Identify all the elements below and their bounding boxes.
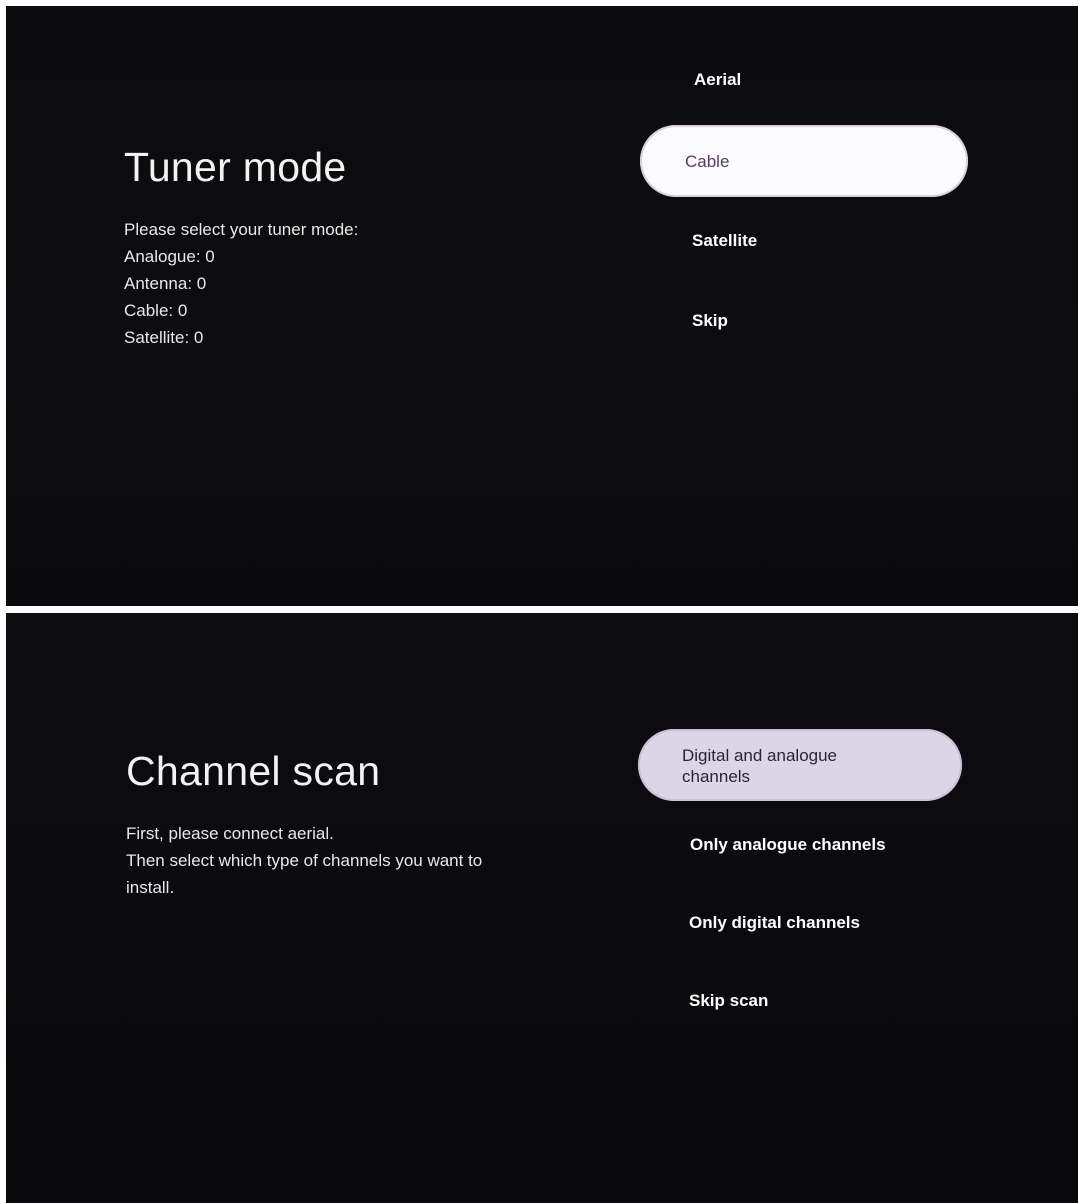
description-line: install. xyxy=(126,878,175,897)
channel-scan-description: First, please connect aerial. Then selec… xyxy=(126,820,482,901)
option-skip-scan[interactable]: Skip scan xyxy=(689,991,768,1011)
option-only-digital[interactable]: Only digital channels xyxy=(689,913,860,933)
option-label-line: channels xyxy=(682,767,751,786)
description-line: Analogue: 0 xyxy=(124,247,215,266)
option-cable[interactable]: Cable xyxy=(640,125,968,197)
description-line: Then select which type of channels you w… xyxy=(126,851,483,870)
tuner-description: Please select your tuner mode: Analogue:… xyxy=(124,216,358,351)
option-skip[interactable]: Skip xyxy=(692,311,728,331)
channel-scan-screen: Channel scan First, please connect aeria… xyxy=(6,613,1078,1203)
option-satellite[interactable]: Satellite xyxy=(692,231,757,251)
option-label: Cable xyxy=(685,152,730,171)
description-line: Please select your tuner mode: xyxy=(124,220,359,239)
description-line: Antenna: 0 xyxy=(124,274,207,293)
option-digital-and-analogue[interactable]: Digital and analogue channels xyxy=(638,729,962,801)
description-line: Cable: 0 xyxy=(124,301,188,320)
page-title: Channel scan xyxy=(126,748,381,794)
description-line: Satellite: 0 xyxy=(124,328,204,347)
option-label-line: Digital and analogue xyxy=(682,746,838,765)
tuner-mode-screen: Tuner mode Please select your tuner mode… xyxy=(6,6,1078,606)
description-line: First, please connect aerial. xyxy=(126,824,334,843)
option-aerial[interactable]: Aerial xyxy=(694,70,741,90)
option-only-analogue[interactable]: Only analogue channels xyxy=(690,835,886,855)
page-title: Tuner mode xyxy=(124,144,347,190)
